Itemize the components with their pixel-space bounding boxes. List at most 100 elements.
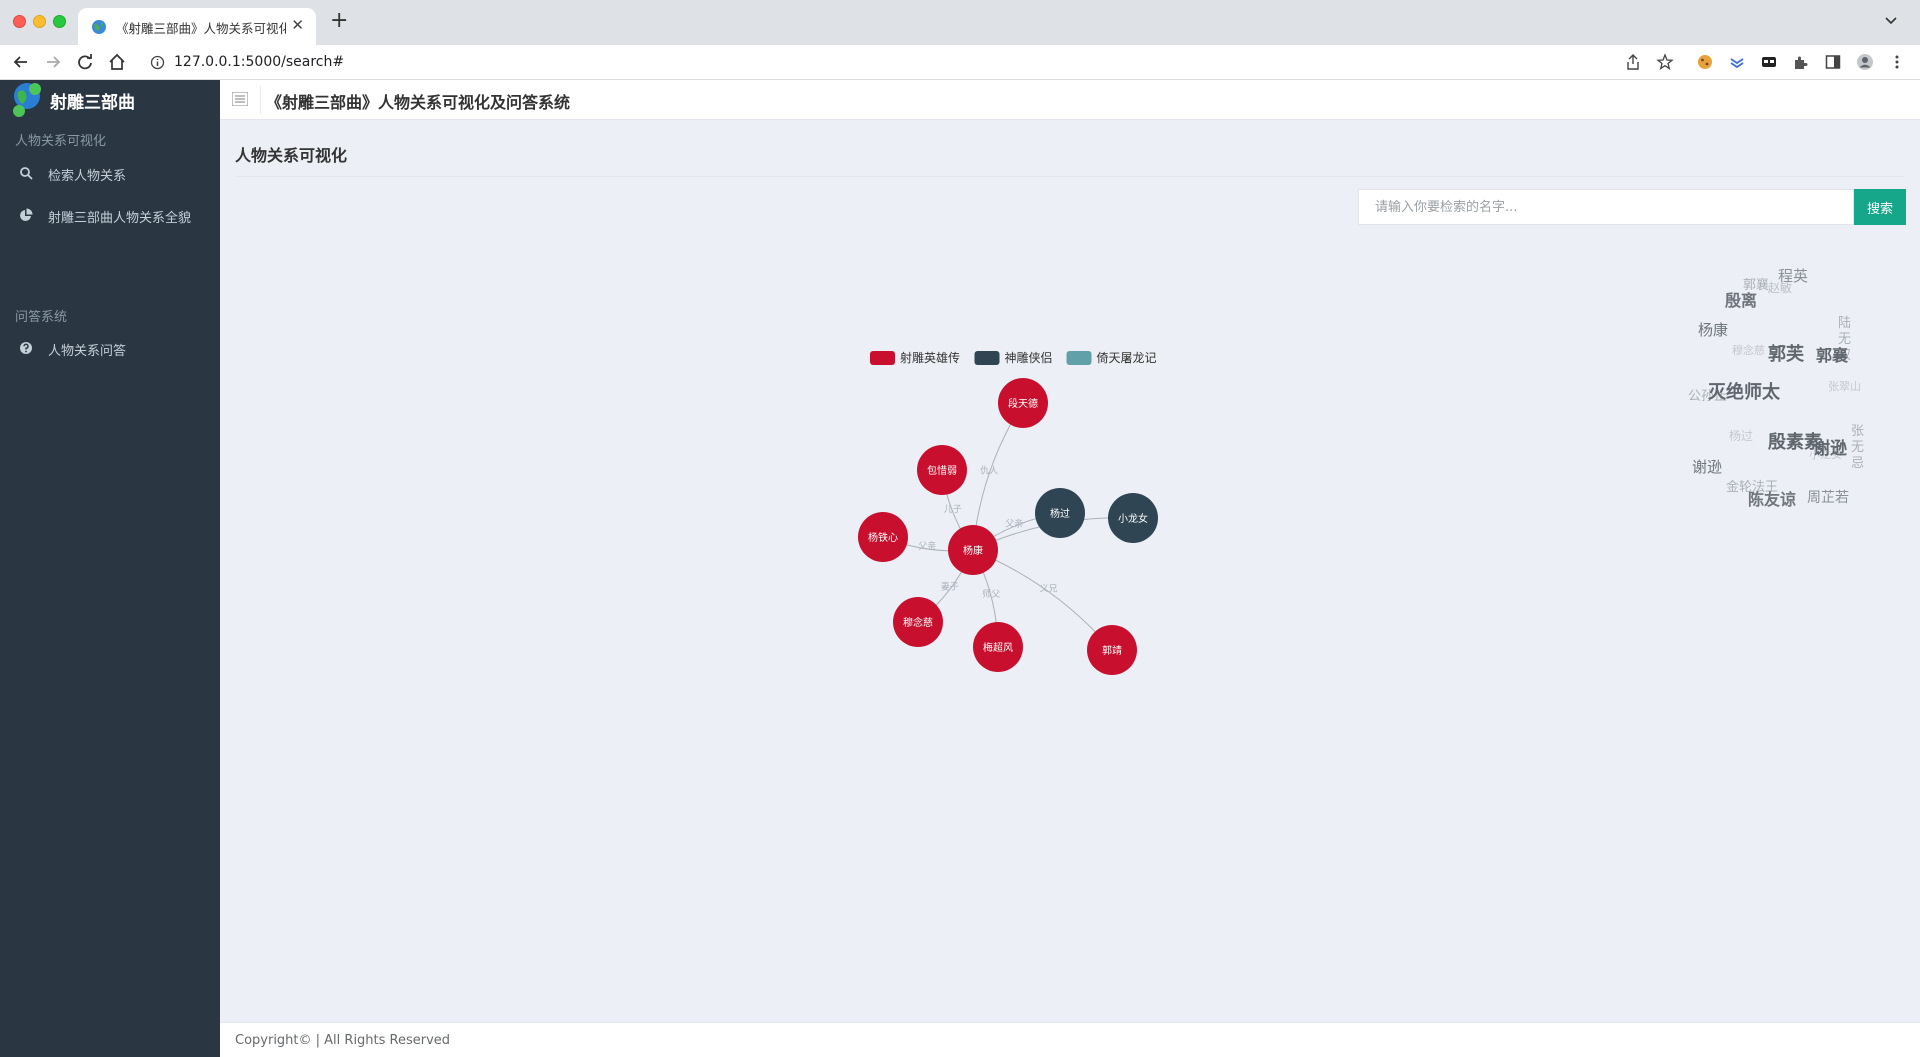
question-circle-icon bbox=[20, 342, 32, 354]
window-minimize-button[interactable] bbox=[33, 15, 46, 28]
name-search-input[interactable] bbox=[1358, 189, 1854, 225]
site-info-icon[interactable] bbox=[150, 55, 165, 70]
page-title: 人物关系可视化 bbox=[235, 146, 348, 165]
topbar-divider bbox=[260, 86, 261, 114]
pie-chart-icon bbox=[20, 208, 33, 221]
search-icon bbox=[20, 167, 33, 180]
relation-label: 妻子 bbox=[941, 580, 959, 592]
forward-arrow-icon[interactable] bbox=[42, 51, 64, 73]
graph-node[interactable]: 梅超风 bbox=[973, 622, 1023, 672]
legend-swatch bbox=[870, 351, 895, 365]
tab-close-icon[interactable]: ✕ bbox=[291, 16, 304, 34]
sidebar-item-full-overview[interactable]: 射雕三部曲人物关系全貌 bbox=[0, 198, 220, 232]
extension-layers-icon[interactable] bbox=[1728, 53, 1746, 71]
globe-favicon-icon bbox=[92, 20, 106, 34]
bookmark-star-icon[interactable] bbox=[1656, 53, 1674, 71]
cloud-word: 穆念慈 bbox=[1732, 343, 1765, 357]
legend-item[interactable]: 射雕英雄传 bbox=[870, 350, 960, 365]
extension-cookie-icon[interactable] bbox=[1696, 53, 1714, 71]
cloud-word: 谢逊 bbox=[1813, 438, 1847, 459]
cloud-word: 郭芙 bbox=[1768, 343, 1805, 365]
cloud-word: 灭绝师太 bbox=[1707, 381, 1781, 403]
node-label: 小龙女 bbox=[1118, 512, 1148, 525]
extension-mask-icon[interactable] bbox=[1760, 53, 1778, 71]
legend-swatch bbox=[974, 351, 1000, 365]
sidebar-item-label: 人物关系问答 bbox=[48, 344, 127, 359]
graph-node[interactable]: 包惜弱 bbox=[917, 445, 967, 495]
legend-label: 倚天屠龙记 bbox=[1097, 351, 1157, 365]
cloud-word: 谢逊 bbox=[1692, 458, 1722, 476]
sidebar-section-visualization: 人物关系可视化 bbox=[15, 134, 107, 149]
relation-label: 儿子 bbox=[944, 504, 962, 515]
side-panel-icon[interactable] bbox=[1824, 53, 1842, 71]
share-icon[interactable] bbox=[1624, 53, 1642, 71]
copyright-text: Copyright© | All Rights Reserved bbox=[235, 1033, 451, 1048]
cloud-word: 周芷若 bbox=[1807, 490, 1849, 506]
node-label: 杨康 bbox=[963, 544, 983, 557]
node-label: 梅超风 bbox=[983, 641, 1013, 654]
sidebar-item-label: 射雕三部曲人物关系全貌 bbox=[48, 211, 192, 226]
system-title: 《射雕三部曲》人物关系可视化及问答系统 bbox=[266, 93, 571, 112]
graph-node[interactable]: 杨铁心 bbox=[858, 512, 908, 562]
node-label: 杨过 bbox=[1050, 507, 1070, 520]
relation-label: 义兄 bbox=[1039, 584, 1057, 595]
new-tab-icon[interactable]: + bbox=[330, 10, 348, 32]
cloud-word: 张无忌 bbox=[1851, 424, 1864, 471]
window-close-button[interactable] bbox=[13, 15, 26, 28]
chevron-down-icon[interactable] bbox=[1884, 14, 1898, 28]
app-root: 射雕三部曲 人物关系可视化 检索人物关系 射雕三部曲人物关系全貌 问答系统 人物… bbox=[0, 80, 1920, 1057]
sidebar-item-label: 检索人物关系 bbox=[48, 169, 127, 184]
title-divider bbox=[235, 176, 1905, 177]
node-label: 包惜弱 bbox=[927, 464, 957, 477]
brand-title: 射雕三部曲 bbox=[50, 93, 135, 113]
legend-item[interactable]: 神雕侠侣 bbox=[974, 350, 1053, 365]
sidebar: 射雕三部曲 人物关系可视化 检索人物关系 射雕三部曲人物关系全貌 问答系统 人物… bbox=[0, 80, 220, 1057]
footer: Copyright© | All Rights Reserved bbox=[220, 1022, 1920, 1057]
legend-item[interactable]: 倚天屠龙记 bbox=[1066, 351, 1157, 365]
relation-label: 父亲 bbox=[918, 540, 936, 552]
relation-label: 父亲 bbox=[1005, 517, 1023, 529]
main-content: 《射雕三部曲》人物关系可视化及问答系统 人物关系可视化 搜索 射雕英雄传 神雕侠侣… bbox=[220, 80, 1920, 1057]
relation-label: 仇人 bbox=[980, 465, 998, 477]
node-label: 段天德 bbox=[1008, 397, 1038, 410]
sidebar-section-qa: 问答系统 bbox=[15, 310, 68, 325]
node-label: 郭靖 bbox=[1102, 644, 1122, 657]
node-label: 杨铁心 bbox=[868, 531, 898, 544]
legend-label: 射雕英雄传 bbox=[900, 350, 960, 365]
cloud-word: 郭襄 bbox=[1816, 346, 1849, 365]
browser-tab-bar: 《射雕三部曲》人物关系可视化及问答系统 ✕ + bbox=[0, 0, 1920, 45]
home-icon[interactable] bbox=[106, 51, 128, 73]
graph-node[interactable]: 杨康 bbox=[948, 525, 998, 575]
legend-swatch bbox=[1066, 351, 1092, 365]
address-bar[interactable]: 127.0.0.1:5000/search# bbox=[174, 54, 344, 70]
legend-label: 神雕侠侣 bbox=[1005, 350, 1053, 365]
cloud-word: 张翠山 bbox=[1828, 380, 1861, 393]
graph-node[interactable]: 杨过 bbox=[1035, 488, 1085, 538]
cloud-word: 杨过 bbox=[1729, 428, 1753, 443]
brand[interactable]: 射雕三部曲 bbox=[8, 80, 220, 120]
more-menu-icon[interactable] bbox=[1888, 53, 1906, 71]
menu-toggle-icon[interactable] bbox=[232, 92, 248, 106]
character-word-cloud: 郭襄程英赵敏殷离杨康 陆无双穆念慈 郭芙 郭襄张翠山公孙止灭绝师太张无忌杨过 殷素素小龙… bbox=[1688, 267, 1864, 509]
graph-node[interactable]: 小龙女 bbox=[1108, 493, 1158, 543]
reload-icon[interactable] bbox=[74, 51, 96, 73]
graph-node[interactable]: 段天德 bbox=[998, 378, 1048, 428]
browser-toolbar: 127.0.0.1:5000/search# bbox=[0, 45, 1920, 80]
extensions-puzzle-icon[interactable] bbox=[1792, 53, 1810, 71]
tab-title: 《射雕三部曲》人物关系可视化及问答系统 bbox=[116, 21, 286, 36]
top-navbar: 《射雕三部曲》人物关系可视化及问答系统 bbox=[220, 80, 1920, 120]
cloud-word: 陈友谅 bbox=[1748, 490, 1796, 509]
relation-graph[interactable]: 射雕英雄传神雕侠侣倚天屠龙记仇人儿子父亲妻子师父义兄父亲儿媳妇杨康段天德包惜弱杨… bbox=[600, 258, 1340, 708]
cloud-word: 殷离 bbox=[1725, 291, 1757, 310]
back-arrow-icon[interactable] bbox=[10, 51, 32, 73]
browser-tab[interactable]: 《射雕三部曲》人物关系可视化及问答系统 ✕ bbox=[78, 8, 316, 45]
search-button[interactable]: 搜索 bbox=[1854, 189, 1906, 225]
sidebar-item-relation-qa[interactable]: 人物关系问答 bbox=[0, 331, 220, 365]
profile-avatar-icon[interactable] bbox=[1856, 53, 1874, 71]
sidebar-item-search-relations[interactable]: 检索人物关系 bbox=[0, 156, 220, 190]
cloud-word: 赵敏 bbox=[1768, 280, 1792, 295]
window-zoom-button[interactable] bbox=[53, 15, 66, 28]
graph-node[interactable]: 郭靖 bbox=[1087, 625, 1137, 675]
cloud-word: 杨康 bbox=[1698, 321, 1728, 339]
graph-node[interactable]: 穆念慈 bbox=[893, 597, 943, 647]
